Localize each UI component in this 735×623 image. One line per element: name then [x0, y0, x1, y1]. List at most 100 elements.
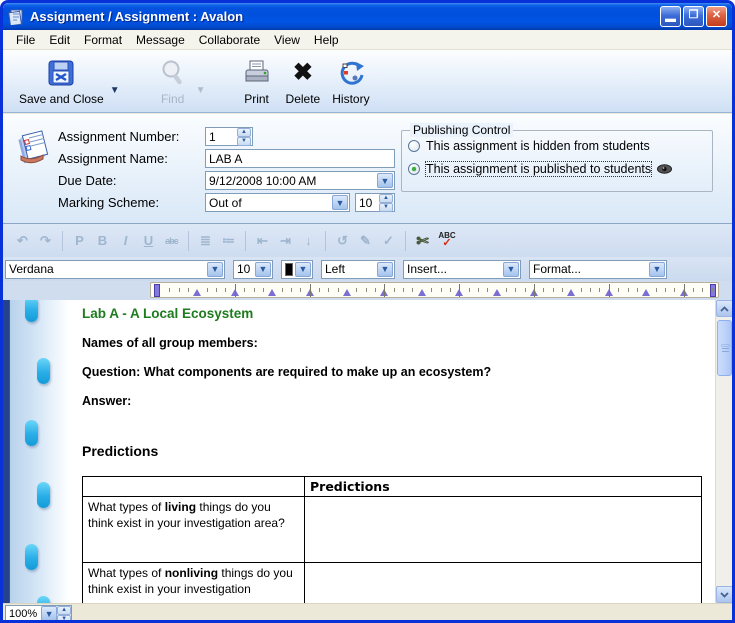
- due-date-dropdown-icon[interactable]: ▼: [377, 173, 393, 188]
- close-button[interactable]: ✕: [706, 6, 727, 27]
- published-option-label: This assignment is published to students: [426, 162, 651, 176]
- marking-scheme-combobox[interactable]: Out of ▼: [205, 193, 350, 212]
- tab-marker-icon[interactable]: [343, 289, 351, 296]
- bold-icon[interactable]: B: [91, 233, 114, 248]
- strikethrough-icon[interactable]: abc: [160, 236, 183, 246]
- tab-marker-icon[interactable]: [567, 289, 575, 296]
- font-size-combobox[interactable]: 10 ▼: [233, 260, 273, 279]
- font-family-combobox[interactable]: Verdana ▼: [5, 260, 225, 279]
- bulleted-list-icon[interactable]: ≔: [217, 233, 240, 249]
- outdent-icon[interactable]: ⇤: [251, 233, 274, 249]
- find-dropdown-icon[interactable]: ▼: [196, 85, 206, 96]
- spin-down-icon[interactable]: ▼: [379, 203, 393, 212]
- assignment-number-spinner[interactable]: ▲▼: [237, 128, 251, 145]
- due-date-combobox[interactable]: 9/12/2008 10:00 AM ▼: [205, 171, 395, 190]
- ruler-tick: [656, 288, 657, 292]
- undo-icon[interactable]: ↶: [11, 233, 34, 249]
- find-button[interactable]: Find: [150, 54, 196, 108]
- zoom-control[interactable]: 100% ▼ ▲▼: [5, 605, 72, 622]
- ruler[interactable]: [150, 282, 719, 298]
- assignment-number-field[interactable]: 1 ▲▼: [205, 127, 253, 146]
- assignment-name-field[interactable]: LAB A: [205, 149, 395, 168]
- vertical-scrollbar[interactable]: [715, 300, 732, 603]
- delete-button[interactable]: ✖ Delete: [280, 54, 327, 108]
- published-option-row[interactable]: This assignment is published to students: [408, 159, 706, 179]
- save-dropdown-icon[interactable]: ▼: [110, 85, 120, 96]
- numbered-list-icon[interactable]: ≣: [194, 233, 217, 249]
- spin-down-icon[interactable]: ▼: [57, 615, 71, 623]
- spin-up-icon[interactable]: ▲: [237, 128, 251, 137]
- scroll-down-icon[interactable]: [716, 586, 732, 603]
- font-size-dropdown-icon[interactable]: ▼: [255, 262, 271, 277]
- scrollbar-thumb[interactable]: [717, 320, 732, 376]
- ruler-tick: [543, 288, 544, 292]
- alignment-dropdown-icon[interactable]: ▼: [377, 262, 393, 277]
- arrow-down-icon[interactable]: ↓: [297, 233, 320, 248]
- font-color-swatch: [285, 263, 293, 276]
- indent-marker-left[interactable]: [154, 284, 160, 297]
- font-family-dropdown-icon[interactable]: ▼: [207, 262, 223, 277]
- menu-edit[interactable]: Edit: [42, 31, 77, 49]
- underline-icon[interactable]: U: [137, 233, 160, 248]
- due-date-label: Due Date:: [58, 173, 205, 188]
- insert-dropdown-icon[interactable]: ▼: [503, 262, 519, 277]
- zoom-dropdown-icon[interactable]: ▼: [41, 606, 57, 621]
- answer-cell[interactable]: [305, 563, 702, 604]
- italic-icon[interactable]: I: [114, 233, 137, 248]
- menu-collaborate[interactable]: Collaborate: [192, 31, 267, 49]
- paragraph-icon[interactable]: P: [68, 233, 91, 248]
- menu-view[interactable]: View: [267, 31, 307, 49]
- marking-scheme-dropdown-icon[interactable]: ▼: [332, 195, 348, 210]
- tab-marker-icon[interactable]: [418, 289, 426, 296]
- check-icon[interactable]: ✓: [377, 233, 400, 249]
- ruler-tick: [235, 284, 236, 297]
- maximize-button[interactable]: ❐: [683, 6, 704, 27]
- menu-file[interactable]: File: [9, 31, 42, 49]
- format-dropdown-icon[interactable]: ▼: [649, 262, 665, 277]
- redo-icon[interactable]: ↷: [34, 233, 57, 249]
- ruler-tick: [450, 288, 451, 292]
- ruler-tick: [216, 288, 217, 292]
- tab-marker-icon[interactable]: [642, 289, 650, 296]
- spin-up-icon[interactable]: ▲: [379, 194, 393, 203]
- menu-message[interactable]: Message: [129, 31, 192, 49]
- ruler-tick: [403, 288, 404, 292]
- hidden-radio[interactable]: [408, 140, 420, 152]
- spin-up-icon[interactable]: ▲: [57, 606, 71, 615]
- tab-marker-icon[interactable]: [493, 289, 501, 296]
- alignment-combobox[interactable]: Left ▼: [321, 260, 395, 279]
- tab-marker-icon[interactable]: [193, 289, 201, 296]
- history-label: History: [332, 92, 369, 106]
- save-and-close-button[interactable]: Save and Close: [13, 54, 110, 108]
- document-editor[interactable]: Lab A - A Local Ecosystem Names of all g…: [69, 300, 715, 603]
- zoom-spinner[interactable]: ▲▼: [57, 606, 71, 621]
- menu-format[interactable]: Format: [77, 31, 129, 49]
- answer-cell[interactable]: [305, 497, 702, 563]
- table-row: What types of nonliving things do you th…: [83, 563, 702, 604]
- font-controls: Verdana ▼ 10 ▼ ▼ Left ▼ Insert... ▼ Form…: [3, 257, 732, 281]
- history-button[interactable]: History: [326, 54, 375, 108]
- font-color-dropdown-icon[interactable]: ▼: [295, 262, 311, 277]
- published-radio[interactable]: [408, 163, 420, 175]
- tab-marker-icon[interactable]: [268, 289, 276, 296]
- ruler-tick: [319, 288, 320, 292]
- scroll-up-icon[interactable]: [716, 300, 732, 317]
- spin-down-icon[interactable]: ▼: [237, 137, 251, 146]
- hidden-option-row[interactable]: This assignment is hidden from students: [408, 136, 706, 156]
- spellcheck-icon[interactable]: ABC ✓: [434, 232, 460, 249]
- marking-value-field[interactable]: 10 ▲▼: [355, 193, 395, 212]
- rotate-icon[interactable]: ↺: [331, 233, 354, 249]
- spiral-binding-icon: [25, 544, 38, 570]
- indent-icon[interactable]: ⇥: [274, 233, 297, 249]
- question-cell: What types of nonliving things do you th…: [83, 563, 305, 604]
- menu-help[interactable]: Help: [307, 31, 346, 49]
- print-button[interactable]: Print: [234, 54, 280, 108]
- cut-icon[interactable]: ✄: [411, 232, 434, 250]
- minimize-button[interactable]: ▬: [660, 6, 681, 27]
- insert-combobox[interactable]: Insert... ▼: [403, 260, 521, 279]
- ruler-tick: [384, 284, 385, 297]
- marking-value-spinner[interactable]: ▲▼: [379, 194, 393, 211]
- pen-icon[interactable]: ✎: [354, 233, 377, 249]
- format-combobox[interactable]: Format... ▼: [529, 260, 667, 279]
- font-color-combobox[interactable]: ▼: [281, 260, 313, 279]
